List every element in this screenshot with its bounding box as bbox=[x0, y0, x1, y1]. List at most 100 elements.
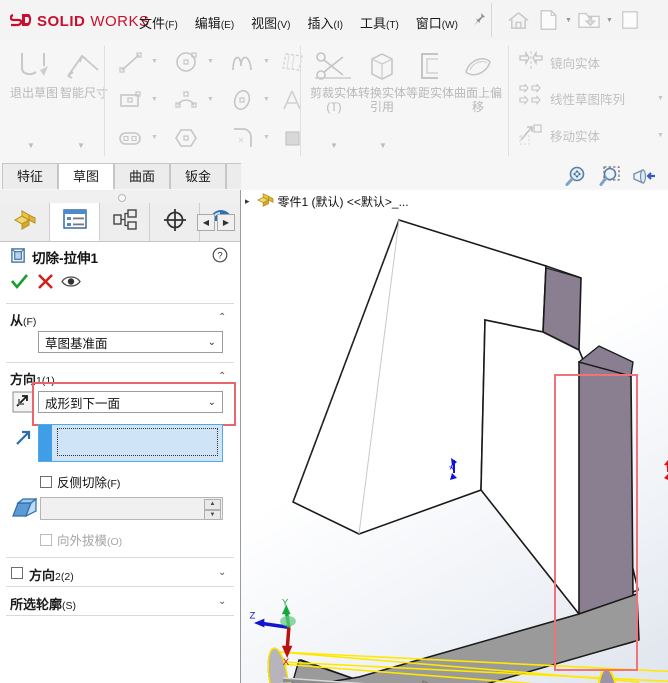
exit-sketch-more-caret-icon[interactable]: ▼ bbox=[27, 141, 35, 150]
flip-side-cut-checkbox[interactable] bbox=[40, 475, 52, 488]
smart-dimension-button[interactable]: 智能尺寸 bbox=[58, 50, 110, 100]
menu-file[interactable]: 文件(F) bbox=[139, 13, 178, 32]
end-condition-combo[interactable]: 成形到下一面 ⌄ bbox=[38, 391, 223, 413]
manager-tab-nav: ◀ ▶ bbox=[197, 214, 235, 231]
direction2-checkbox[interactable] bbox=[11, 567, 23, 579]
tab-surfaces[interactable]: 曲面 bbox=[114, 163, 170, 189]
move-entities-caret-icon[interactable]: ▼ bbox=[654, 132, 667, 139]
home-icon[interactable] bbox=[503, 6, 533, 34]
arc-caret-icon[interactable]: ▼ bbox=[204, 96, 217, 103]
zoom-to-fit-icon[interactable] bbox=[563, 165, 589, 189]
smart-dimension-more-caret-icon[interactable]: ▼ bbox=[77, 141, 85, 150]
section-direction2-chevron-icon[interactable]: ⌄ bbox=[218, 567, 226, 578]
trim-more-caret-icon[interactable]: ▼ bbox=[330, 141, 338, 150]
linear-sketch-pattern-caret-icon[interactable]: ▼ bbox=[654, 95, 667, 102]
configuration-manager-tab[interactable] bbox=[100, 203, 150, 241]
from-condition-combo[interactable]: 草图基准面 ⌄ bbox=[38, 331, 223, 353]
rectangle-caret-icon[interactable]: ▼ bbox=[148, 96, 161, 103]
graphics-viewport[interactable]: * * bbox=[241, 190, 668, 683]
zoom-to-area-icon[interactable] bbox=[597, 165, 623, 189]
breadcrumb-text: 零件1 (默认) <<默认>_... bbox=[277, 195, 409, 209]
property-manager-tab[interactable] bbox=[50, 203, 100, 241]
exit-sketch-button[interactable]: 退出草图 bbox=[8, 50, 60, 100]
spline-tool[interactable]: ▼ bbox=[226, 48, 273, 75]
tab-features[interactable]: 特征 bbox=[2, 163, 58, 189]
convert-entities-button[interactable]: 转换实体引用 bbox=[356, 50, 408, 114]
dimxpert-manager-tab[interactable] bbox=[150, 203, 200, 241]
section-direction1[interactable]: 方向1(1) ⌃ bbox=[0, 367, 240, 389]
smart-dimension-icon bbox=[58, 50, 110, 84]
fillet-caret-icon[interactable]: ▼ bbox=[260, 134, 273, 141]
circle-tool[interactable]: ▼ bbox=[170, 48, 217, 75]
draft-angle-field[interactable]: ▲ ▼ bbox=[40, 497, 223, 520]
section-from[interactable]: 从(F) ⌃ bbox=[0, 308, 240, 330]
divider-below-contours bbox=[6, 615, 234, 616]
help-question-icon[interactable]: ? bbox=[212, 247, 228, 268]
section-selected-contours[interactable]: 所选轮廓(S) ⌄ bbox=[0, 592, 240, 614]
draft-angle-up-button[interactable]: ▲ bbox=[204, 499, 221, 510]
flip-side-cut-row[interactable]: 反侧切除(F) bbox=[40, 472, 120, 491]
convert-entities-label: 转换实体引用 bbox=[357, 86, 406, 114]
tab-sketch[interactable]: 草图 bbox=[58, 163, 114, 190]
preview-eye-icon[interactable] bbox=[60, 270, 82, 292]
section-direction2[interactable]: 方向2(2) ⌄ bbox=[0, 563, 240, 585]
menu-view[interactable]: 视图(V) bbox=[251, 13, 290, 32]
draft-icon-box[interactable] bbox=[8, 495, 38, 523]
offset-entities-button[interactable]: 等距实体 bbox=[404, 50, 456, 100]
save-icon[interactable] bbox=[615, 6, 645, 34]
menu-edit[interactable]: 编辑(E) bbox=[195, 13, 234, 32]
feature-manager-tab[interactable] bbox=[0, 203, 50, 241]
new-document-icon[interactable] bbox=[533, 6, 563, 34]
slot-caret-icon[interactable]: ▼ bbox=[148, 134, 161, 141]
breadcrumb-expand-arrow-icon[interactable]: ▸ bbox=[245, 197, 250, 207]
breadcrumb[interactable]: ▸ 零件1 (默认) <<默认>_... bbox=[245, 192, 409, 211]
line-icon bbox=[114, 48, 148, 75]
circle-caret-icon[interactable]: ▼ bbox=[204, 58, 217, 65]
ribbon-group-pattern: 镜向实体 线性草图阵列 ▼ 移动实体 ▼ bbox=[510, 40, 668, 163]
ok-button[interactable] bbox=[8, 270, 30, 292]
mirror-entities-icon bbox=[518, 50, 544, 75]
line-tool[interactable]: ▼ bbox=[114, 48, 161, 75]
draft-angle-down-button[interactable]: ▼ bbox=[204, 509, 221, 520]
menu-insert[interactable]: 插入(I) bbox=[308, 13, 343, 32]
previous-view-icon[interactable] bbox=[631, 165, 657, 189]
section-from-chevron-icon[interactable]: ⌃ bbox=[218, 312, 226, 323]
offset-on-surface-button[interactable]: 曲面上偏移 bbox=[452, 50, 504, 114]
convert-more-caret-icon[interactable]: ▼ bbox=[379, 141, 387, 150]
manager-tab-prev-button[interactable]: ◀ bbox=[197, 214, 215, 231]
section-selected-contours-chevron-icon[interactable]: ⌄ bbox=[218, 596, 226, 607]
move-entities-button[interactable]: 移动实体 ▼ bbox=[518, 122, 664, 149]
section-direction1-chevron-icon[interactable]: ⌃ bbox=[218, 371, 226, 382]
splitter-handle-dot bbox=[118, 194, 126, 202]
open-folder-caret-icon[interactable]: ▼ bbox=[604, 6, 615, 34]
ellipse-tool[interactable]: ▼ bbox=[226, 86, 273, 113]
pushpin-icon[interactable] bbox=[471, 12, 487, 28]
slot-tool[interactable]: ▼ bbox=[114, 124, 161, 151]
cancel-button[interactable] bbox=[34, 270, 56, 292]
face-selection-box[interactable] bbox=[38, 424, 223, 462]
draft-outward-checkbox[interactable] bbox=[40, 533, 52, 546]
linear-sketch-pattern-button[interactable]: 线性草图阵列 ▼ bbox=[518, 83, 664, 113]
open-folder-icon[interactable] bbox=[574, 6, 604, 34]
manager-tab-next-button[interactable]: ▶ bbox=[217, 214, 235, 231]
panel-splitter[interactable] bbox=[0, 190, 240, 204]
spline-caret-icon[interactable]: ▼ bbox=[260, 58, 273, 65]
from-condition-value: 草图基准面 bbox=[45, 336, 108, 351]
menu-tools[interactable]: 工具(T) bbox=[360, 13, 399, 32]
fillet-tool[interactable]: ▼ bbox=[226, 124, 273, 151]
menu-window[interactable]: 窗口(W) bbox=[416, 13, 458, 32]
trim-entities-icon bbox=[308, 50, 360, 84]
draft-outward-row[interactable]: 向外拔模(O) bbox=[40, 530, 122, 549]
line-caret-icon[interactable]: ▼ bbox=[148, 58, 161, 65]
trim-entities-button[interactable]: 剪裁实体(T) bbox=[308, 50, 360, 114]
rectangle-tool[interactable]: ▼ bbox=[114, 86, 161, 113]
draft-angle-spinner[interactable]: ▲ ▼ bbox=[204, 499, 221, 520]
model-right-side-face bbox=[578, 360, 634, 616]
new-document-caret-icon[interactable]: ▼ bbox=[563, 6, 574, 34]
arc-tool[interactable]: ▼ bbox=[170, 86, 217, 113]
polygon-tool[interactable] bbox=[170, 124, 204, 151]
ellipse-caret-icon[interactable]: ▼ bbox=[260, 96, 273, 103]
reverse-direction-button[interactable] bbox=[10, 390, 36, 414]
mirror-entities-button[interactable]: 镜向实体 bbox=[518, 50, 600, 75]
tab-sheetmetal[interactable]: 钣金 bbox=[170, 163, 226, 189]
